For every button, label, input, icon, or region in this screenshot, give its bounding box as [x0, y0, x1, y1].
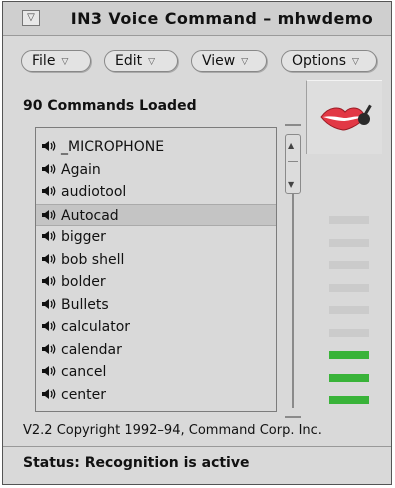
speaker-icon	[42, 298, 56, 309]
scroll-down-arrow-icon[interactable]: ▼	[288, 180, 294, 189]
command-list-item[interactable]: cancel	[36, 361, 276, 383]
view-menu-label: View	[202, 53, 236, 69]
command-list-item[interactable]: bigger	[36, 226, 276, 248]
level-meter-segment	[329, 238, 369, 247]
scrollbar-top-cap	[285, 124, 301, 126]
speaker-icon	[42, 276, 56, 286]
command-list-item[interactable]: calculator	[36, 316, 276, 338]
command-list-item[interactable]: Again	[36, 159, 276, 181]
chevron-down-icon: ▽	[148, 57, 156, 67]
level-meter-segment	[329, 261, 369, 269]
scrollbar-thumb[interactable]: ▲ ▼	[285, 134, 301, 194]
lips-microphone-icon	[320, 104, 372, 131]
copyright-text: V2.2 Copyright 1992–94, Command Corp. In…	[23, 423, 322, 438]
command-label: calculator	[61, 319, 131, 335]
voice-command-window: ▽ IN3 Voice Command – mhwdemo File ▽ Edit…	[2, 1, 392, 485]
chevron-down-icon: ▽	[352, 57, 359, 67]
command-list-item[interactable]: _MICROPHONE	[36, 136, 276, 158]
command-list-item[interactable]: bob shell	[36, 249, 276, 271]
level-meter-segment	[329, 328, 369, 337]
command-label: Again	[61, 161, 101, 178]
command-label: center	[61, 386, 107, 403]
command-label: Bullets	[61, 296, 109, 313]
command-label: bigger	[61, 229, 106, 245]
speaker-icon	[42, 163, 56, 174]
speaker-icon	[42, 209, 56, 220]
level-meter-segment	[329, 351, 369, 359]
divider	[3, 446, 391, 447]
level-meter-segment	[329, 306, 369, 314]
commands-loaded-label: 90 Commands Loaded	[23, 98, 197, 114]
speaker-icon	[42, 366, 56, 376]
command-label: _MICROPHONE	[61, 139, 165, 155]
command-label: Autocad	[61, 207, 119, 224]
speaker-icon	[42, 343, 56, 354]
window-title: IN3 Voice Command – mhwdemo	[70, 9, 374, 28]
speaker-icon	[42, 321, 56, 331]
title-bar[interactable]: ▽ IN3 Voice Command – mhwdemo	[3, 2, 391, 36]
command-list-item[interactable]: Bullets	[36, 294, 276, 316]
level-meter-segment	[329, 216, 369, 224]
view-menu-button[interactable]: View ▽	[191, 50, 267, 72]
command-list-item[interactable]: bolder	[36, 271, 276, 293]
level-meter-segment	[329, 396, 369, 404]
file-menu-label: File	[32, 53, 56, 69]
edit-menu-button[interactable]: Edit ▽	[104, 50, 178, 72]
command-label: calendar	[61, 341, 122, 358]
command-list-item[interactable]: audiotool	[36, 181, 276, 203]
command-list-item[interactable]: center	[36, 384, 276, 406]
edit-menu-label: Edit	[115, 53, 143, 69]
command-list[interactable]: _MICROPHONE Again audiotool Autocad bigger bo…	[35, 127, 277, 412]
scrollbar-bottom-cap	[285, 416, 301, 418]
speaker-icon	[42, 141, 56, 151]
command-list-scrollbar[interactable]: ▲ ▼	[285, 124, 301, 418]
options-menu-button[interactable]: Options ▽	[281, 50, 377, 72]
scroll-up-arrow-icon[interactable]: ▲	[288, 141, 294, 150]
options-menu-label: Options	[292, 53, 347, 69]
scrollbar-thumb-grip	[288, 161, 298, 162]
command-list-item[interactable]: Autocad	[36, 203, 276, 226]
chevron-down-icon: ▽	[241, 57, 249, 67]
speaker-icon	[42, 388, 56, 399]
speaker-icon	[42, 253, 56, 264]
command-label: audiotool	[61, 184, 127, 200]
speaker-icon	[42, 231, 56, 241]
microphone-button[interactable]	[306, 80, 382, 154]
chevron-down-icon: ▽	[61, 57, 69, 67]
command-list-item[interactable]: calendar	[36, 339, 276, 361]
level-meter-segment	[329, 373, 369, 382]
window-menu-icon[interactable]: ▽	[22, 10, 40, 26]
speaker-icon	[42, 186, 56, 196]
status-text: Status: Recognition is active	[23, 455, 250, 471]
file-menu-button[interactable]: File ▽	[21, 50, 91, 72]
command-label: bob shell	[61, 251, 125, 268]
command-label: cancel	[61, 364, 107, 380]
command-label: bolder	[61, 274, 106, 290]
menu-bar: File ▽ Edit ▽ View ▽ Options ▽	[3, 42, 391, 78]
level-meter-segment	[329, 283, 369, 292]
